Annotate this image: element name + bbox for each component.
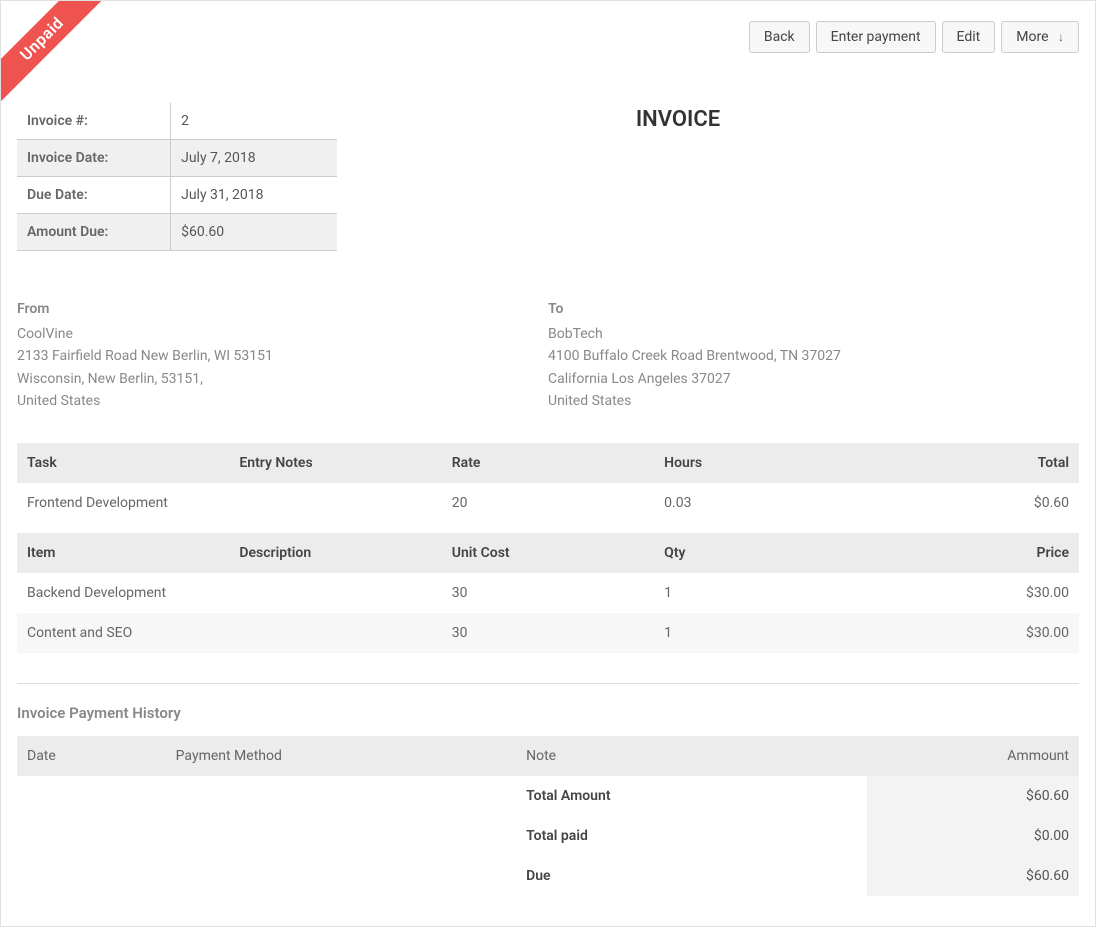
item-cell-description — [229, 573, 441, 613]
meta-label-amount-due: Amount Due: — [17, 214, 171, 251]
item-cell-item: Content and SEO — [17, 613, 229, 653]
item-cell-item: Backend Development — [17, 573, 229, 613]
task-cell-rate: 20 — [442, 483, 654, 523]
summary-blank — [17, 816, 166, 856]
summary-value-total-paid: $0.00 — [867, 816, 1079, 856]
summary-value-due: $60.60 — [867, 856, 1079, 896]
meta-row-due: Due Date: July 31, 2018 — [17, 177, 337, 214]
item-cell-unit: 30 — [442, 613, 654, 653]
history-title: Invoice Payment History — [17, 704, 1079, 722]
tasks-th-total: Total — [867, 443, 1079, 483]
summary-row-total-paid: Total paid $0.00 — [17, 816, 1079, 856]
parties: From CoolVine 2133 Fairfield Road New Be… — [17, 301, 1079, 413]
back-button[interactable]: Back — [749, 21, 810, 53]
meta-row-date: Invoice Date: July 7, 2018 — [17, 140, 337, 177]
to-heading: To — [548, 301, 1079, 317]
items-table: Item Description Unit Cost Qty Price Bac… — [17, 533, 1079, 653]
task-cell-notes — [229, 483, 441, 523]
item-cell-unit: 30 — [442, 573, 654, 613]
tasks-th-hours: Hours — [654, 443, 866, 483]
summary-blank — [166, 776, 516, 816]
history-th-method: Payment Method — [166, 736, 516, 776]
tasks-th-rate: Rate — [442, 443, 654, 483]
meta-value-date: July 7, 2018 — [171, 140, 337, 177]
task-cell-hours: 0.03 — [654, 483, 866, 523]
summary-label-total-amount: Total Amount — [516, 776, 866, 816]
tasks-table: Task Entry Notes Rate Hours Total Fronte… — [17, 443, 1079, 523]
summary-label-due: Due — [516, 856, 866, 896]
to-name: BobTech — [548, 323, 1079, 345]
summary-label-total-paid: Total paid — [516, 816, 866, 856]
meta-value-amount-due: $60.60 — [171, 214, 337, 251]
table-row: Backend Development 30 1 $30.00 — [17, 573, 1079, 613]
tasks-th-notes: Entry Notes — [229, 443, 441, 483]
task-cell-total: $0.60 — [867, 483, 1079, 523]
meta-label-number: Invoice #: — [17, 103, 171, 140]
chevron-down-icon: ↓ — [1058, 30, 1064, 44]
task-cell-task: Frontend Development — [17, 483, 229, 523]
more-button[interactable]: More ↓ — [1001, 21, 1079, 53]
to-block: To BobTech 4100 Buffalo Creek Road Brent… — [548, 301, 1079, 413]
table-row: Frontend Development 20 0.03 $0.60 — [17, 483, 1079, 523]
from-block: From CoolVine 2133 Fairfield Road New Be… — [17, 301, 548, 413]
enter-payment-button[interactable]: Enter payment — [816, 21, 936, 53]
item-cell-qty: 1 — [654, 613, 866, 653]
meta-row-number: Invoice #: 2 — [17, 103, 337, 140]
summary-blank — [166, 856, 516, 896]
invoice-header: Invoice #: 2 Invoice Date: July 7, 2018 … — [17, 103, 1079, 251]
history-th-amount: Ammount — [867, 736, 1079, 776]
summary-row-due: Due $60.60 — [17, 856, 1079, 896]
to-line2: California Los Angeles 37027 — [548, 368, 1079, 390]
item-cell-price: $30.00 — [867, 613, 1079, 653]
from-line1: 2133 Fairfield Road New Berlin, WI 53151 — [17, 345, 548, 367]
page-title: INVOICE — [337, 103, 1079, 132]
tasks-th-task: Task — [17, 443, 229, 483]
items-th-price: Price — [867, 533, 1079, 573]
edit-button[interactable]: Edit — [942, 21, 996, 53]
history-th-note: Note — [516, 736, 866, 776]
from-name: CoolVine — [17, 323, 548, 345]
divider — [17, 683, 1079, 684]
more-button-label: More — [1016, 29, 1048, 45]
items-th-item: Item — [17, 533, 229, 573]
from-line3: United States — [17, 390, 548, 412]
items-th-qty: Qty — [654, 533, 866, 573]
meta-value-number: 2 — [171, 103, 337, 140]
meta-row-amount-due: Amount Due: $60.60 — [17, 214, 337, 251]
history-th-date: Date — [17, 736, 166, 776]
meta-value-due: July 31, 2018 — [171, 177, 337, 214]
from-heading: From — [17, 301, 548, 317]
meta-label-date: Invoice Date: — [17, 140, 171, 177]
item-cell-qty: 1 — [654, 573, 866, 613]
invoice-page: Unpaid Back Enter payment Edit More ↓ In… — [0, 0, 1096, 927]
summary-blank — [166, 816, 516, 856]
status-ribbon: Unpaid — [0, 0, 113, 110]
to-line3: United States — [548, 390, 1079, 412]
item-cell-description — [229, 613, 441, 653]
item-cell-price: $30.00 — [867, 573, 1079, 613]
meta-table: Invoice #: 2 Invoice Date: July 7, 2018 … — [17, 103, 337, 251]
from-line2: Wisconsin, New Berlin, 53151, — [17, 368, 548, 390]
summary-row-total-amount: Total Amount $60.60 — [17, 776, 1079, 816]
history-table: Date Payment Method Note Ammount Total A… — [17, 736, 1079, 896]
summary-value-total-amount: $60.60 — [867, 776, 1079, 816]
meta-label-due: Due Date: — [17, 177, 171, 214]
summary-blank — [17, 776, 166, 816]
to-line1: 4100 Buffalo Creek Road Brentwood, TN 37… — [548, 345, 1079, 367]
items-th-unit: Unit Cost — [442, 533, 654, 573]
top-actions: Back Enter payment Edit More ↓ — [17, 21, 1079, 53]
table-row: Content and SEO 30 1 $30.00 — [17, 613, 1079, 653]
items-th-description: Description — [229, 533, 441, 573]
summary-blank — [17, 856, 166, 896]
